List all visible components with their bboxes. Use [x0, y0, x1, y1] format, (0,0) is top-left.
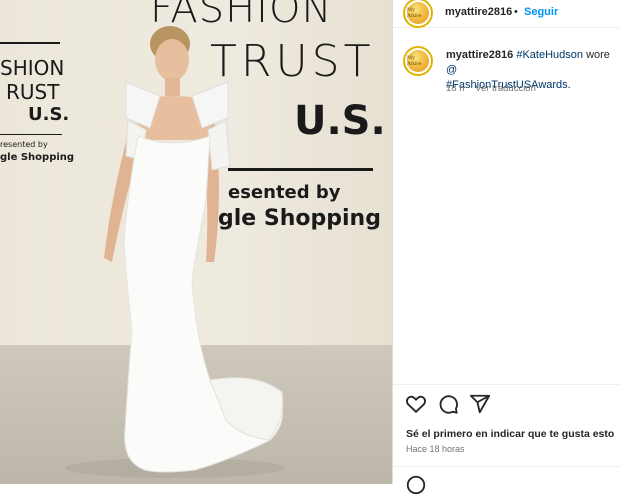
caption-avatar[interactable]: My Attire	[403, 46, 433, 76]
actions-divider	[393, 384, 620, 385]
header-avatar[interactable]: My Attire	[403, 0, 433, 28]
heart-icon[interactable]	[405, 393, 427, 415]
translate-link[interactable]: Ver traducción	[475, 83, 536, 94]
bottom-divider	[393, 466, 620, 467]
comment-icon[interactable]	[437, 393, 459, 415]
caption-end: .	[567, 79, 571, 91]
caption-mention[interactable]: #KateHudson	[516, 49, 583, 61]
likes-text[interactable]: Sé el primero en indicar que te gusta es…	[406, 428, 614, 440]
caption-text: wore	[583, 49, 610, 61]
header-username[interactable]: myattire2816	[445, 6, 512, 18]
post-timestamp: Hace 18 horas	[406, 444, 465, 454]
caption-username[interactable]: myattire2816	[446, 49, 513, 61]
post-sidebar: My Attire myattire2816 • Seguir My Attir…	[392, 0, 620, 495]
share-icon[interactable]	[469, 393, 491, 415]
post-header: My Attire myattire2816 • Seguir	[393, 0, 620, 28]
avatar-image: My Attire	[407, 50, 429, 72]
post-photo[interactable]: FASHION TRUST U.S. esented by gle Shoppi…	[0, 0, 392, 484]
header-separator: •	[514, 6, 518, 18]
avatar-image: My Attire	[407, 2, 429, 24]
caption-cut[interactable]: @	[446, 64, 457, 76]
emoji-icon[interactable]	[405, 474, 427, 496]
post-age: 18 h	[446, 83, 465, 94]
caption-meta: 18 h Ver traducción	[446, 83, 544, 94]
follow-button[interactable]: Seguir	[524, 6, 558, 18]
model-figure	[65, 26, 285, 478]
